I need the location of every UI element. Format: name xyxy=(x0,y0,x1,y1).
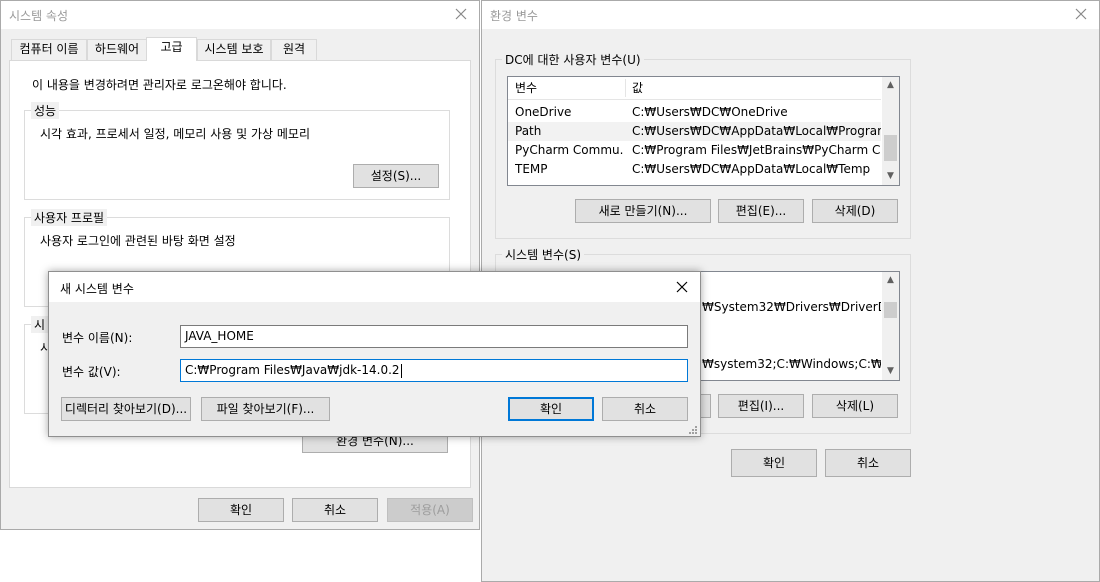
close-icon[interactable] xyxy=(451,4,471,24)
close-icon[interactable] xyxy=(672,277,692,297)
window-title: 환경 변수 xyxy=(490,9,538,23)
list-item[interactable]: TEMP C:₩Users₩DC₩AppData₩Local₩Temp xyxy=(508,160,881,179)
new-var-ok-button[interactable]: 확인 xyxy=(508,397,594,421)
user-variables-group: DC에 대한 사용자 변수(U) 변수 값 OneDrive C:₩Users₩… xyxy=(495,51,911,239)
sys-ok-button[interactable]: 확인 xyxy=(198,498,284,522)
env-cancel-button[interactable]: 취소 xyxy=(825,449,911,477)
var-name-label: 변수 이름(N): xyxy=(62,331,133,345)
user-list-scrollbar[interactable]: ▲ ▼ xyxy=(882,77,899,185)
user-profile-label: 사용자 프로필 xyxy=(31,209,108,226)
tab-computer-name[interactable]: 컴퓨터 이름 xyxy=(11,39,87,60)
tab-advanced[interactable]: 고급 xyxy=(146,37,197,61)
new-system-variable-dialog: 새 시스템 변수 변수 이름(N): JAVA_HOME 변수 값(V): C:… xyxy=(48,271,701,437)
sys-apply-button[interactable]: 적용(A) xyxy=(387,498,473,522)
scroll-thumb[interactable] xyxy=(884,135,897,161)
performance-group: 성능 시각 효과, 프로세서 일정, 메모리 사용 및 가상 메모리 설정(S)… xyxy=(24,102,450,200)
env-ok-button[interactable]: 확인 xyxy=(731,449,817,477)
column-header-name[interactable]: 변수 xyxy=(515,77,537,99)
scroll-up-icon[interactable]: ▲ xyxy=(882,77,899,94)
list-item[interactable]: Path C:₩Users₩DC₩AppData₩Local₩Programs.… xyxy=(508,122,881,141)
scroll-down-icon[interactable]: ▼ xyxy=(882,168,899,185)
user-edit-button[interactable]: 편집(E)... xyxy=(718,199,804,223)
list-header: 변수 값 xyxy=(508,77,881,100)
tab-remote[interactable]: 원격 xyxy=(271,39,317,60)
resize-grip-icon[interactable] xyxy=(688,424,698,434)
window-title: 시스템 속성 xyxy=(9,9,69,23)
text-caret xyxy=(400,363,402,378)
new-var-cancel-button[interactable]: 취소 xyxy=(602,397,688,421)
user-new-button[interactable]: 새로 만들기(N)... xyxy=(575,199,711,223)
scroll-down-icon[interactable]: ▼ xyxy=(882,363,899,380)
startup-recovery-label: 시 xyxy=(31,316,49,333)
scroll-thumb[interactable] xyxy=(884,302,897,318)
system-delete-button[interactable]: 삭제(L) xyxy=(812,394,898,418)
new-var-titlebar[interactable]: 새 시스템 변수 xyxy=(49,272,700,302)
var-value-input[interactable]: C:₩Program Files₩Java₩jdk-14.0.2 xyxy=(180,359,688,382)
tab-hardware[interactable]: 하드웨어 xyxy=(87,39,147,60)
env-titlebar[interactable]: 환경 변수 xyxy=(482,1,1099,29)
admin-note: 이 내용을 변경하려면 관리자로 로그온해야 합니다. xyxy=(32,78,287,92)
browse-file-button[interactable]: 파일 찾아보기(F)... xyxy=(201,397,330,421)
performance-desc: 시각 효과, 프로세서 일정, 메모리 사용 및 가상 메모리 xyxy=(40,127,310,141)
user-profile-desc: 사용자 로그인에 관련된 바탕 화면 설정 xyxy=(40,234,236,248)
performance-label: 성능 xyxy=(31,102,60,119)
close-icon[interactable] xyxy=(1071,4,1091,24)
list-item[interactable]: PyCharm Commu... C:₩Program Files₩JetBra… xyxy=(508,141,881,160)
column-header-value[interactable]: 값 xyxy=(632,77,643,99)
var-name-input[interactable]: JAVA_HOME xyxy=(180,325,688,348)
list-item[interactable]: OneDrive C:₩Users₩DC₩OneDrive xyxy=(508,103,881,122)
system-list-scrollbar[interactable]: ▲ ▼ xyxy=(882,272,899,380)
user-delete-button[interactable]: 삭제(D) xyxy=(812,199,898,223)
dialog-title: 새 시스템 변수 xyxy=(60,282,134,296)
scroll-up-icon[interactable]: ▲ xyxy=(882,272,899,289)
user-variables-list[interactable]: 변수 값 OneDrive C:₩Users₩DC₩OneDrive Path … xyxy=(507,76,900,186)
system-variables-label: 시스템 변수(S) xyxy=(502,246,584,263)
user-variables-label: DC에 대한 사용자 변수(U) xyxy=(502,51,644,68)
tab-system-protection[interactable]: 시스템 보호 xyxy=(197,39,271,60)
browse-directory-button[interactable]: 디렉터리 찾아보기(D)... xyxy=(61,397,191,421)
var-value-label: 변수 값(V): xyxy=(62,365,121,379)
sys-cancel-button[interactable]: 취소 xyxy=(292,498,378,522)
system-properties-titlebar[interactable]: 시스템 속성 xyxy=(1,1,479,29)
performance-settings-button[interactable]: 설정(S)... xyxy=(353,164,439,188)
system-edit-button[interactable]: 편집(I)... xyxy=(718,394,804,418)
system-properties-window: 시스템 속성 컴퓨터 이름 하드웨어 고급 시스템 보호 원격 이 내용을 변경… xyxy=(0,0,480,530)
